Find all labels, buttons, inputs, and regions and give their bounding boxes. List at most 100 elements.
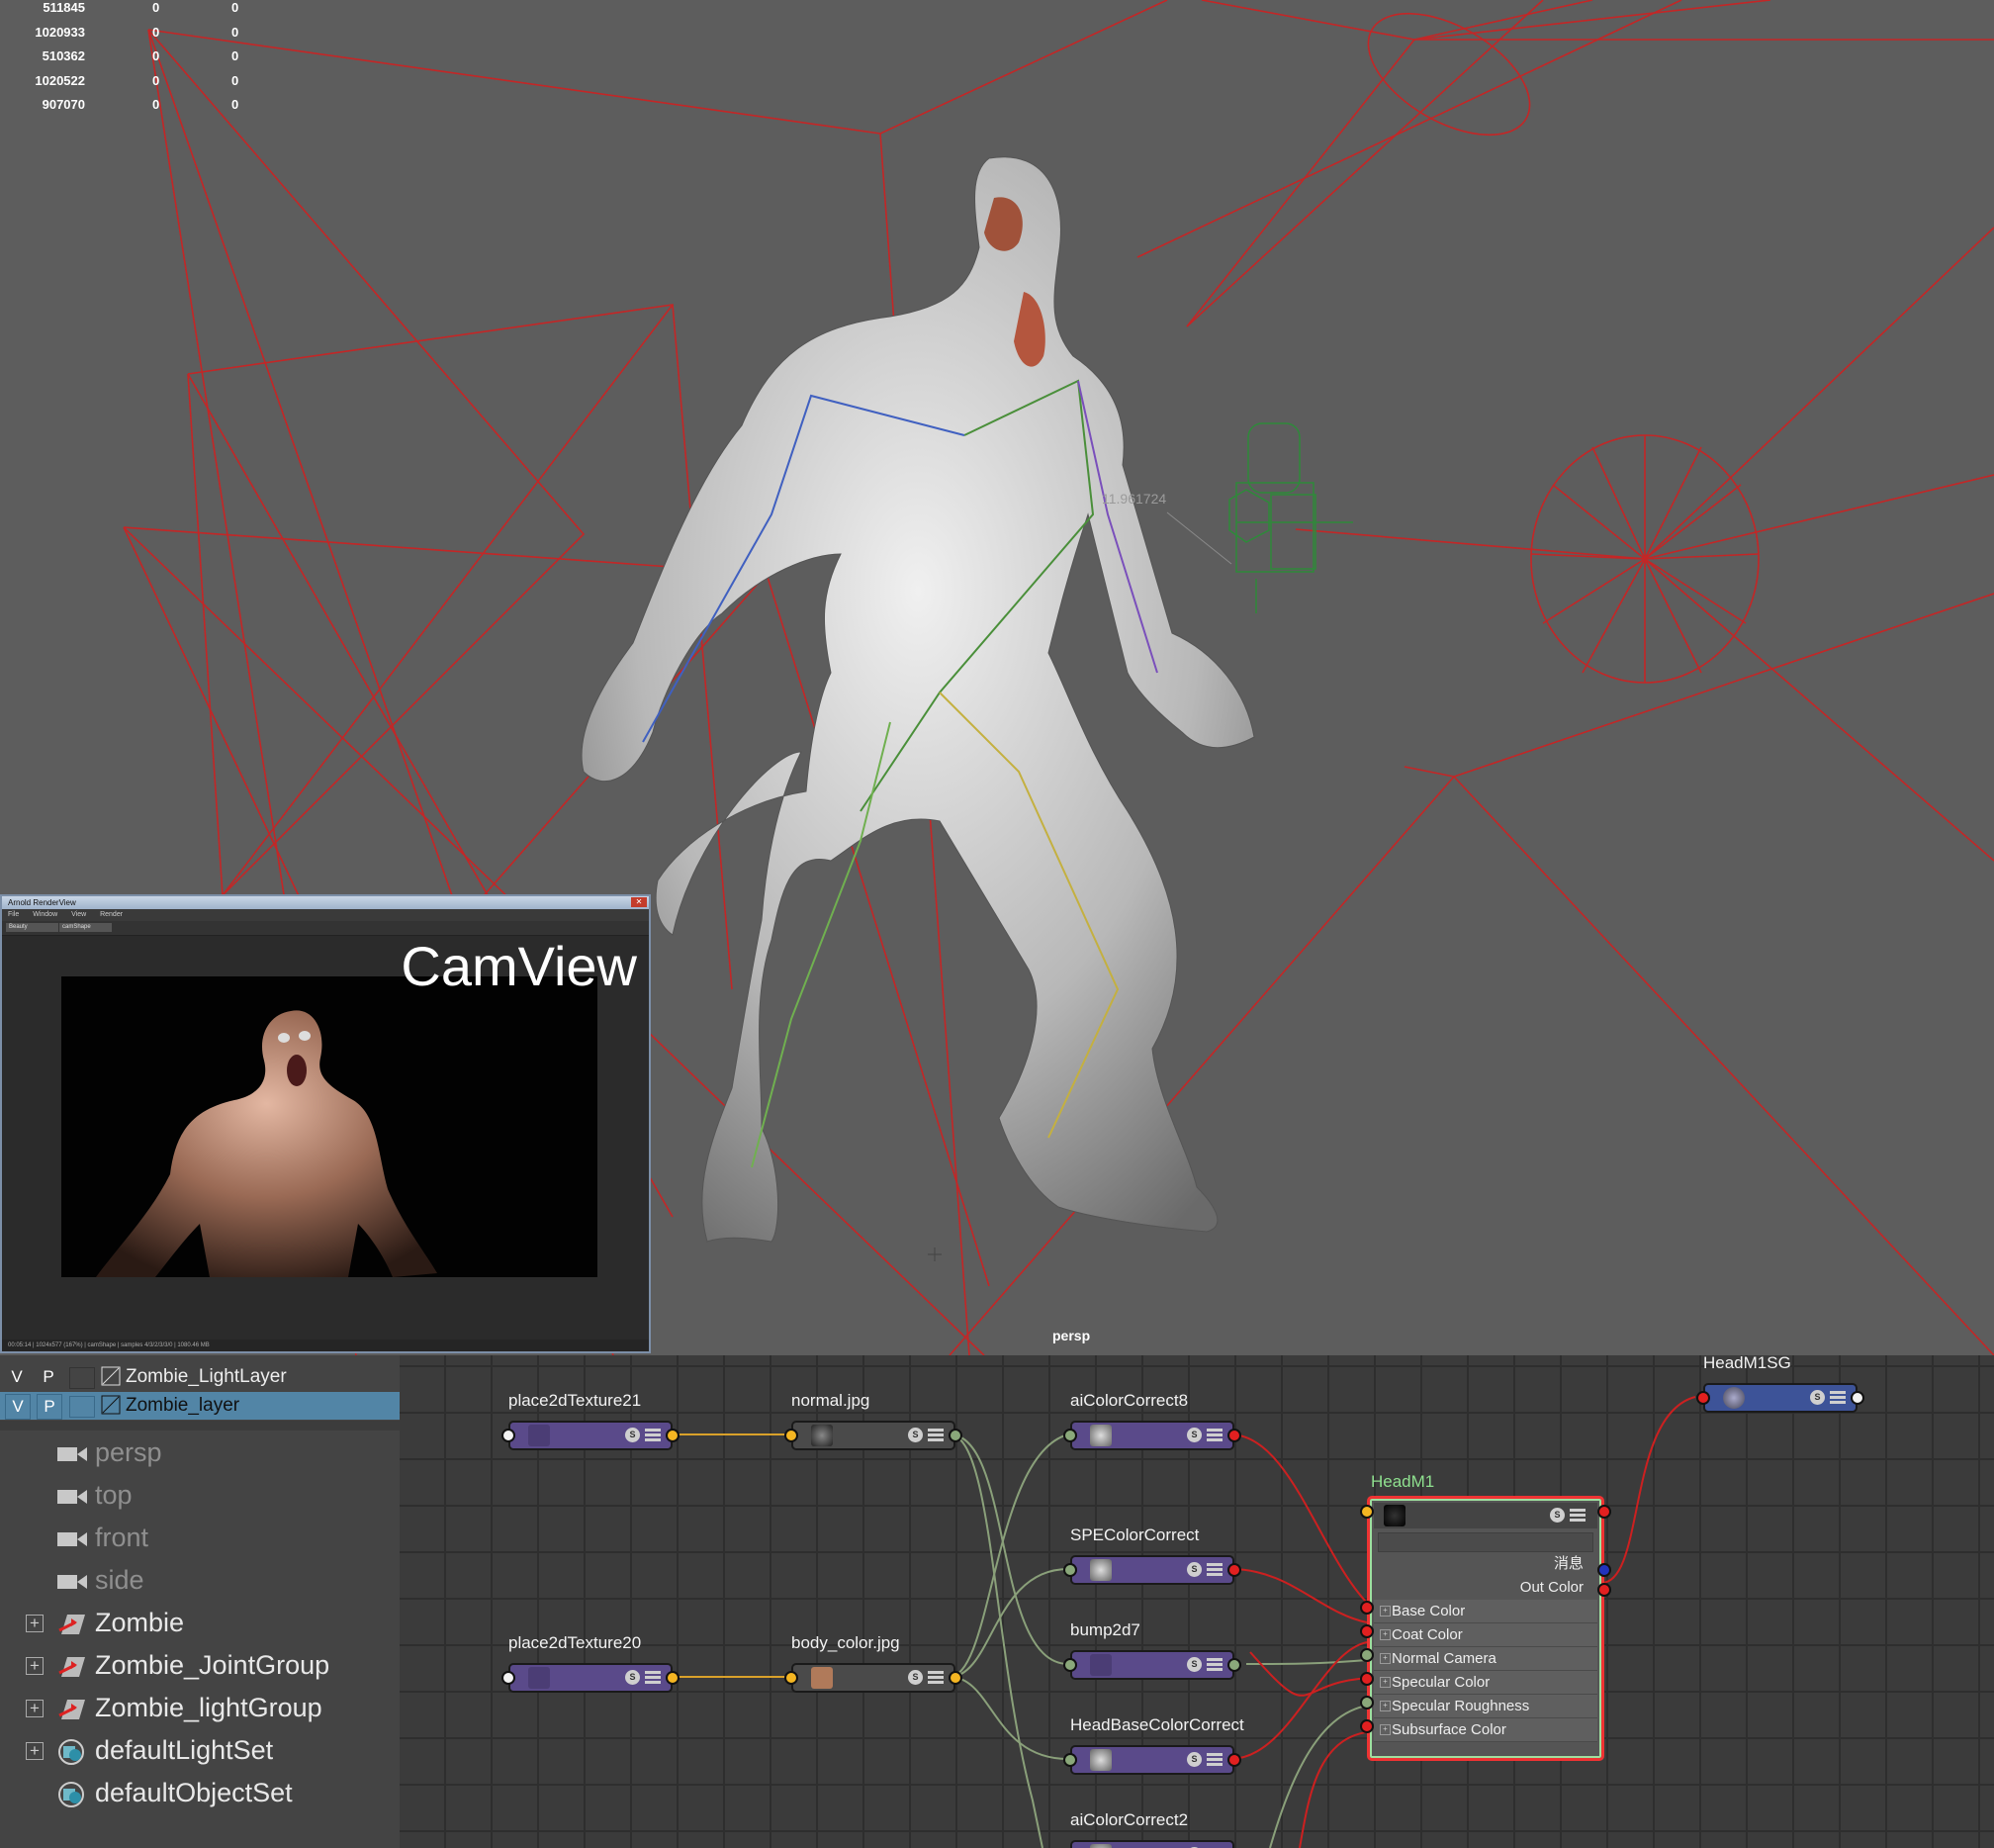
outliner-item-defaultobjectset[interactable]: defaultObjectSet — [0, 1775, 400, 1814]
attribute-input-port[interactable] — [1360, 1696, 1374, 1709]
layer-color-swatch[interactable] — [69, 1367, 95, 1389]
node-menu-icon[interactable] — [1830, 1391, 1846, 1405]
shader-input-attribute[interactable]: + Specular Color — [1374, 1671, 1597, 1695]
outliner-item-defaultlightset[interactable]: + defaultLightSet — [0, 1732, 400, 1772]
outliner-item-zombie_lightgroup[interactable]: + Zombie_lightGroup — [0, 1690, 400, 1729]
menu-window[interactable]: Window — [33, 911, 57, 918]
node-place2dtexture21[interactable]: S — [508, 1421, 673, 1450]
out-color-port[interactable] — [1597, 1583, 1611, 1597]
input-port[interactable] — [784, 1429, 798, 1442]
shader-output-port[interactable] — [1597, 1505, 1611, 1519]
node-menu-icon[interactable] — [1207, 1429, 1223, 1442]
expand-icon[interactable]: + — [1380, 1606, 1391, 1617]
input-port[interactable] — [784, 1671, 798, 1685]
render-view-titlebar[interactable]: Arnold RenderView ✕ — [2, 896, 649, 909]
expand-icon[interactable]: + — [26, 1700, 44, 1717]
shader-node-headm1[interactable]: S 消息 Out Color + Base Color + Coat Color + No… — [1367, 1496, 1604, 1761]
swatch-toggle-button[interactable]: S — [625, 1670, 640, 1685]
shader-input-attribute[interactable]: + Subsurface Color — [1374, 1718, 1597, 1742]
menu-render[interactable]: Render — [100, 911, 123, 918]
swatch-toggle-button[interactable]: S — [625, 1428, 640, 1442]
shader-input-attribute[interactable]: + Specular Roughness — [1374, 1695, 1597, 1718]
swatch-toggle-button[interactable]: S — [1187, 1752, 1202, 1767]
input-port[interactable] — [1063, 1429, 1077, 1442]
expand-icon[interactable]: + — [1380, 1629, 1391, 1640]
expand-icon[interactable]: + — [1380, 1701, 1391, 1711]
swatch-toggle-button[interactable]: S — [908, 1428, 923, 1442]
output-port[interactable] — [1227, 1563, 1241, 1577]
expand-icon[interactable]: + — [1380, 1653, 1391, 1664]
camera-select[interactable]: camShape — [59, 923, 112, 932]
input-port[interactable] — [1696, 1391, 1710, 1405]
layer-playback-toggle[interactable]: P — [37, 1365, 60, 1389]
swatch-toggle-button[interactable]: S — [1187, 1657, 1202, 1672]
expand-icon[interactable]: + — [26, 1657, 44, 1675]
node-aicolorcorrect8[interactable]: S — [1070, 1421, 1234, 1450]
attribute-input-port[interactable] — [1360, 1601, 1374, 1615]
output-port[interactable] — [1227, 1658, 1241, 1672]
output-port[interactable] — [949, 1671, 962, 1685]
display-layer-row-selected[interactable]: V P Zombie_layer — [0, 1392, 400, 1420]
node-headm1sg[interactable]: S — [1703, 1383, 1858, 1413]
output-port[interactable] — [949, 1429, 962, 1442]
node-specolorcorrect[interactable]: S — [1070, 1555, 1234, 1585]
arnold-render-view-window[interactable]: Arnold RenderView ✕ File Window View Ren… — [0, 894, 651, 1353]
node-place2dtexture20[interactable]: S — [508, 1663, 673, 1693]
node-menu-icon[interactable] — [645, 1671, 661, 1685]
input-port[interactable] — [1063, 1753, 1077, 1767]
expand-icon[interactable]: + — [26, 1615, 44, 1632]
node-aicolorcorrect2[interactable]: S — [1070, 1840, 1234, 1848]
output-port[interactable] — [666, 1429, 680, 1442]
shader-input-attribute[interactable]: + Normal Camera — [1374, 1647, 1597, 1671]
node-menu-icon[interactable] — [1207, 1658, 1223, 1672]
swatch-toggle-button[interactable]: S — [1187, 1562, 1202, 1577]
node-normal_jpg[interactable]: S — [791, 1421, 955, 1450]
layer-color-swatch[interactable] — [69, 1396, 95, 1418]
node-menu-icon[interactable] — [1207, 1753, 1223, 1767]
swatch-toggle-button[interactable]: S — [1550, 1508, 1565, 1523]
close-icon[interactable]: ✕ — [631, 897, 647, 907]
outliner-item-top[interactable]: top — [0, 1477, 400, 1517]
outliner-item-front[interactable]: front — [0, 1520, 400, 1559]
swatch-toggle-button[interactable]: S — [908, 1670, 923, 1685]
swatch-toggle-button[interactable]: S — [1187, 1428, 1202, 1442]
output-port[interactable] — [1851, 1391, 1864, 1405]
node-menu-icon[interactable] — [1207, 1563, 1223, 1577]
outliner-item-persp[interactable]: persp — [0, 1434, 400, 1474]
outliner-item-side[interactable]: side — [0, 1562, 400, 1602]
display-layer-row[interactable]: V P Zombie_LightLayer — [0, 1363, 400, 1391]
node-editor-graph[interactable]: place2dTexture21 Snormal.jpg SaiColorCorre… — [400, 1355, 1994, 1848]
input-port[interactable] — [501, 1671, 515, 1685]
3d-viewport[interactable]: 511845 0 0 1020933 0 0 510362 0 0 1020522 0 0 907070… — [0, 0, 1994, 1355]
outliner-item-zombie[interactable]: + Zombie — [0, 1605, 400, 1644]
input-port[interactable] — [1063, 1658, 1077, 1672]
expand-icon[interactable]: + — [26, 1742, 44, 1760]
node-menu-icon[interactable] — [928, 1671, 944, 1685]
zombie-model[interactable] — [581, 156, 1255, 1243]
swatch-toggle-button[interactable]: S — [1810, 1390, 1825, 1405]
node-menu-icon[interactable] — [1570, 1509, 1586, 1523]
node-body_color_jpg[interactable]: S — [791, 1663, 955, 1693]
input-port[interactable] — [1063, 1563, 1077, 1577]
output-port[interactable] — [1227, 1753, 1241, 1767]
node-menu-icon[interactable] — [928, 1429, 944, 1442]
output-port[interactable] — [1227, 1429, 1241, 1442]
shader-node-search[interactable] — [1378, 1532, 1593, 1552]
menu-view[interactable]: View — [71, 911, 86, 918]
node-headbasecolorcorrect[interactable]: S — [1070, 1745, 1234, 1775]
message-port[interactable] — [1597, 1563, 1611, 1577]
attribute-input-port[interactable] — [1360, 1719, 1374, 1733]
layer-visibility-toggle[interactable]: V — [5, 1365, 29, 1389]
expand-icon[interactable]: + — [1380, 1724, 1391, 1735]
layer-playback-toggle[interactable]: P — [37, 1394, 62, 1420]
input-port[interactable] — [501, 1429, 515, 1442]
aov-select[interactable]: Beauty — [6, 923, 58, 932]
attribute-input-port[interactable] — [1360, 1648, 1374, 1662]
attribute-input-port[interactable] — [1360, 1672, 1374, 1686]
layer-visibility-toggle[interactable]: V — [5, 1394, 31, 1420]
expand-icon[interactable]: + — [1380, 1677, 1391, 1688]
shader-input-attribute[interactable]: + Coat Color — [1374, 1623, 1597, 1647]
shader-input-attribute[interactable]: + Base Color — [1374, 1600, 1597, 1623]
outliner-item-zombie_jointgroup[interactable]: + Zombie_JointGroup — [0, 1647, 400, 1687]
menu-file[interactable]: File — [8, 911, 19, 918]
